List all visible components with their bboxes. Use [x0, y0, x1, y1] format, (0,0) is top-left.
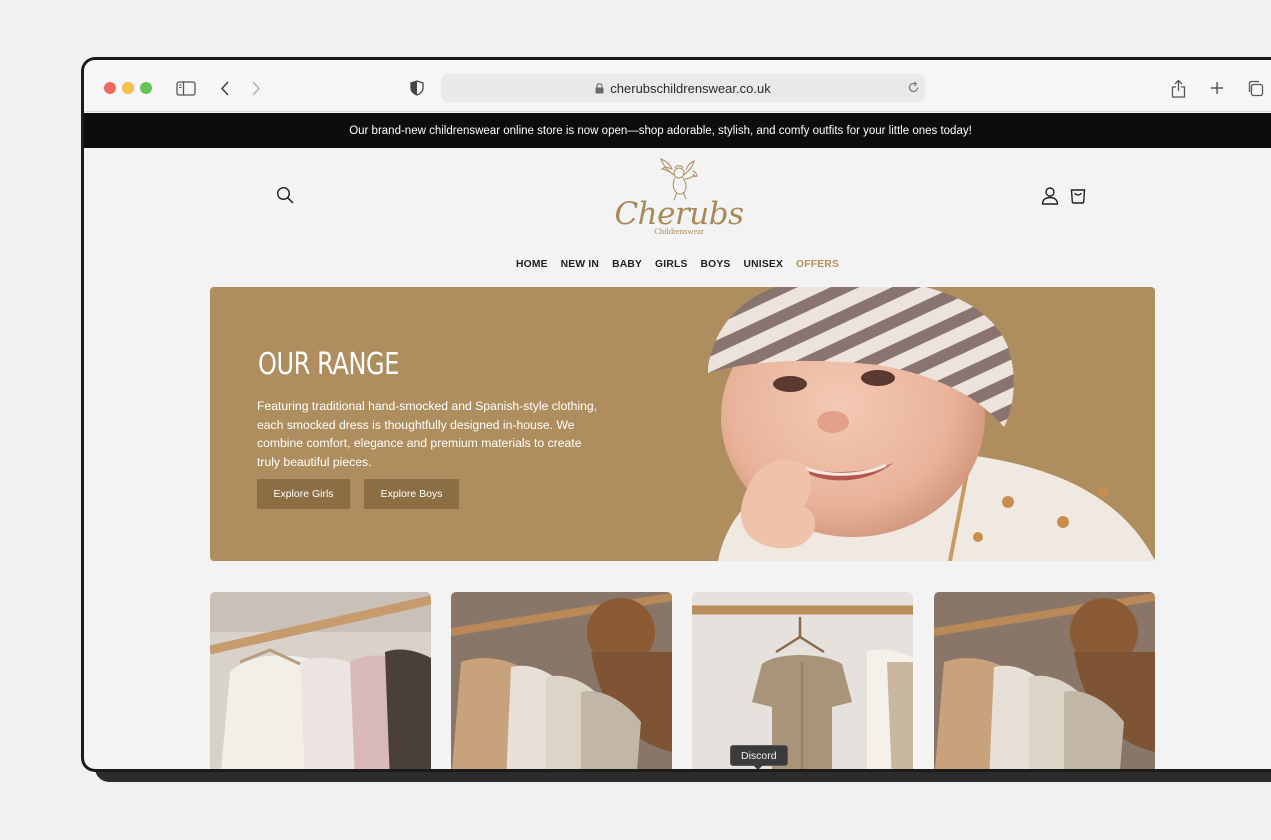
hero-description: Featuring traditional hand-smocked and S…: [257, 399, 598, 469]
new-tab-icon[interactable]: [1208, 75, 1226, 101]
tab-overview-icon[interactable]: [1245, 75, 1265, 101]
browser-viewport: cherubschildrenswear.co.uk Our brand-new…: [84, 60, 1271, 769]
sidebar-toggle-icon[interactable]: [175, 75, 197, 101]
hero-title: OUR RANGE: [258, 347, 399, 382]
privacy-shield-icon[interactable]: [408, 75, 426, 101]
nav-item-new-in[interactable]: NEW IN: [561, 259, 599, 270]
lock-icon: [595, 82, 604, 94]
back-icon[interactable]: [217, 75, 233, 101]
explore-boys-button[interactable]: Explore Boys: [364, 479, 459, 509]
minimize-window-button[interactable]: [122, 82, 134, 94]
nav-item-unisex[interactable]: UNISEX: [744, 259, 784, 270]
nav-item-home[interactable]: HOME: [516, 259, 548, 270]
zoom-window-button[interactable]: [140, 82, 152, 94]
share-icon[interactable]: [1169, 75, 1187, 101]
explore-girls-button[interactable]: Explore Girls: [257, 479, 350, 509]
main-navigation: HOME NEW IN BABY GIRLS BOYS UNISEX OFFER…: [84, 259, 1271, 270]
url-text: cherubschildrenswear.co.uk: [610, 80, 771, 96]
address-bar[interactable]: cherubschildrenswear.co.uk: [441, 74, 925, 102]
cart-icon[interactable]: [1069, 186, 1087, 210]
site-logo[interactable]: Cherubs Childrenswear: [614, 153, 744, 245]
search-icon[interactable]: [276, 186, 295, 210]
nav-item-girls[interactable]: GIRLS: [655, 259, 687, 270]
reload-icon[interactable]: [907, 81, 920, 94]
category-card-image[interactable]: [934, 592, 1155, 769]
account-icon[interactable]: [1041, 186, 1059, 210]
announcement-text: Our brand-new childrenswear online store…: [349, 124, 972, 137]
forward-icon[interactable]: [248, 75, 264, 101]
close-window-button[interactable]: [104, 82, 116, 94]
category-card-image[interactable]: [451, 592, 672, 769]
hero-banner: OUR RANGE Featuring traditional hand-smo…: [210, 287, 1155, 561]
nav-item-offers[interactable]: OFFERS: [796, 259, 839, 270]
hero-baby-image: [708, 287, 1155, 561]
browser-window: cherubschildrenswear.co.uk Our brand-new…: [81, 57, 1271, 772]
browser-toolbar: cherubschildrenswear.co.uk: [84, 60, 1271, 112]
category-card-image[interactable]: [210, 592, 431, 769]
announcement-bar: Our brand-new childrenswear online store…: [84, 113, 1271, 148]
category-card-image[interactable]: [692, 592, 913, 769]
discord-tooltip: Discord: [730, 745, 788, 769]
nav-item-boys[interactable]: BOYS: [701, 259, 731, 270]
nav-item-baby[interactable]: BABY: [612, 259, 642, 270]
logo-wordmark: Cherubs: [614, 196, 744, 232]
